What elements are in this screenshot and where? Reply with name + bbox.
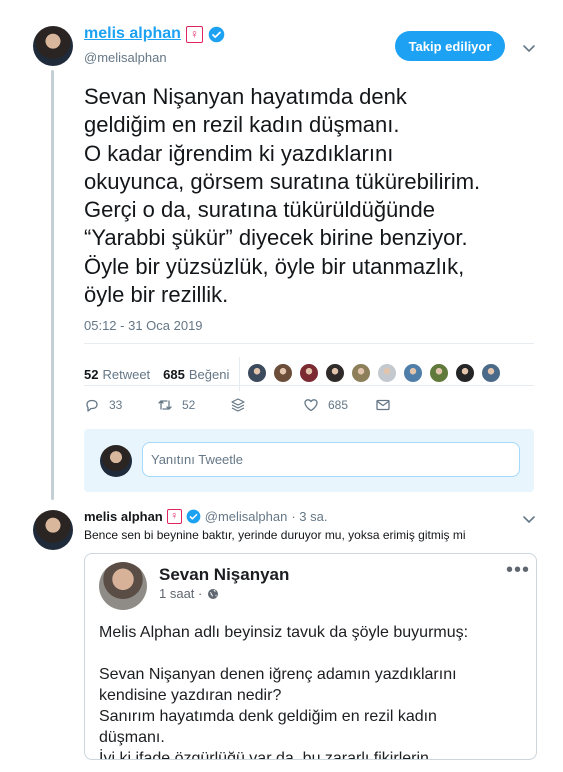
tweet-actions: 33 52 685 (84, 397, 424, 419)
female-sign-icon: ♀ (185, 25, 203, 43)
reply-icon (86, 399, 98, 412)
reply-count: 33 (109, 398, 123, 412)
liker-avatar[interactable] (377, 362, 398, 383)
like-count: 685 (328, 398, 349, 412)
stack-icon (231, 398, 245, 412)
retweet-count: 52 (182, 398, 196, 412)
reply-author-handle[interactable]: @melisalphan (205, 509, 288, 524)
liker-avatar[interactable] (247, 362, 268, 383)
reply-timestamp[interactable]: · 3 sa. (291, 509, 327, 524)
facebook-post-line: düşmanı. (99, 729, 165, 746)
liker-avatar[interactable] (481, 362, 502, 383)
facebook-post-line: kendisine yazdıran nedir? (99, 687, 282, 704)
heart-icon (304, 399, 318, 412)
share-stack-action[interactable] (230, 397, 246, 413)
tweet-timestamp[interactable]: 05:12 - 31 Oca 2019 (84, 318, 203, 333)
like-stat[interactable]: 685 Beğeni (163, 367, 229, 382)
facebook-post-line: Melis Alphan adlı beyinsiz tavuk da şöyl… (99, 624, 469, 641)
facebook-author-name: Sevan Nişanyan (159, 565, 290, 584)
tweet-text-line: okuyunca, görsem suratına tükürebilirim. (84, 168, 481, 194)
like-action[interactable]: 685 (303, 397, 348, 413)
liker-avatar[interactable] (429, 362, 450, 383)
reply-action[interactable]: 33 (84, 397, 122, 413)
author-handle[interactable]: @melisalphan (84, 50, 167, 65)
envelope-icon (376, 399, 390, 411)
author-name-row: melis alphan ♀ (84, 25, 225, 43)
liker-avatar[interactable] (351, 362, 372, 383)
reply-menu-chevron-down-icon[interactable] (522, 512, 536, 526)
liker-avatar[interactable] (325, 362, 346, 383)
liker-avatar[interactable] (455, 362, 476, 383)
retweet-action[interactable]: 52 (157, 397, 195, 413)
following-button[interactable]: Takip ediliyor (395, 31, 505, 61)
facebook-post-line: İyi ki ifade özgürlüğü var da, bu zararl… (99, 750, 429, 760)
reply-composer: Yanıtını Tweetle (84, 429, 534, 492)
reply-text: Bence sen bi beynine baktır, yerinde dur… (84, 528, 466, 542)
facebook-author-avatar (99, 562, 147, 610)
facebook-post-line: Sanırım hayatımda denk geldiğim en rezil… (99, 708, 437, 725)
female-sign-icon: ♀ (166, 509, 182, 524)
verified-badge-icon (208, 26, 225, 42)
facebook-post-meta: 1 saat · (159, 586, 219, 601)
tweet-text-line: Sevan Nişanyan hayatımda denk (84, 84, 407, 109)
tweet-menu-chevron-down-icon[interactable] (522, 41, 536, 55)
liker-avatar[interactable] (403, 362, 424, 383)
tweet-text-line: Öyle bir yüzsüzlük, öyle bir utanmazlık, (84, 253, 465, 279)
stats-top-divider (84, 343, 534, 344)
tweet-text-line: O kadar iğrendim ki yazdıklarını (84, 140, 394, 166)
current-user-avatar[interactable] (100, 445, 132, 477)
author-avatar[interactable] (33, 26, 73, 66)
reply-author-avatar[interactable] (33, 510, 73, 550)
retweet-stat[interactable]: 52 Retweet (84, 367, 150, 382)
thread-connector-line (51, 70, 54, 500)
like-stat-count: 685 (163, 366, 185, 382)
direct-message-action[interactable] (375, 397, 391, 413)
retweet-stat-label: Retweet (102, 366, 151, 382)
retweet-stat-count: 52 (84, 366, 99, 382)
like-stat-label: Beğeni (188, 366, 230, 382)
tweet-text-line: Gerçi o da, suratına tükürüldüğünde (84, 197, 436, 223)
tweet-text: Sevan Nişanyan hayatımda denk geldiğim e… (84, 83, 534, 309)
facebook-post-line (99, 643, 529, 664)
reply-author-display-name[interactable]: melis alphan (84, 509, 163, 524)
tweet-text-line: geldiğim en rezil kadın düşmanı. (84, 112, 400, 138)
tweet-text-line: öyle bir rezillik. (84, 282, 229, 308)
stats-bottom-divider (84, 385, 534, 386)
reply-input[interactable]: Yanıtını Tweetle (142, 442, 520, 477)
tweet-text-line: “Yarabbi şükür” diyecek birine benziyor. (84, 225, 468, 251)
facebook-post-line: Sevan Nişanyan denen iğrenç adamın yazdı… (99, 666, 457, 683)
facebook-post-body: Melis Alphan adlı beyinsiz tavuk da şöyl… (99, 622, 529, 760)
liker-avatar[interactable] (273, 362, 294, 383)
verified-badge-icon (186, 509, 201, 524)
embedded-facebook-post-image[interactable]: Sevan Nişanyan 1 saat · ••• Melis Alphan… (84, 553, 537, 760)
liker-avatar[interactable] (299, 362, 320, 383)
reply-header: melis alphan ♀ @melisalphan · 3 sa. (84, 509, 327, 524)
liker-avatars (247, 362, 507, 386)
facebook-post-time: 1 saat · (159, 586, 203, 601)
retweet-icon (158, 400, 172, 410)
author-display-name[interactable]: melis alphan (84, 25, 181, 43)
facebook-more-icon: ••• (505, 559, 530, 581)
globe-icon (208, 588, 219, 599)
